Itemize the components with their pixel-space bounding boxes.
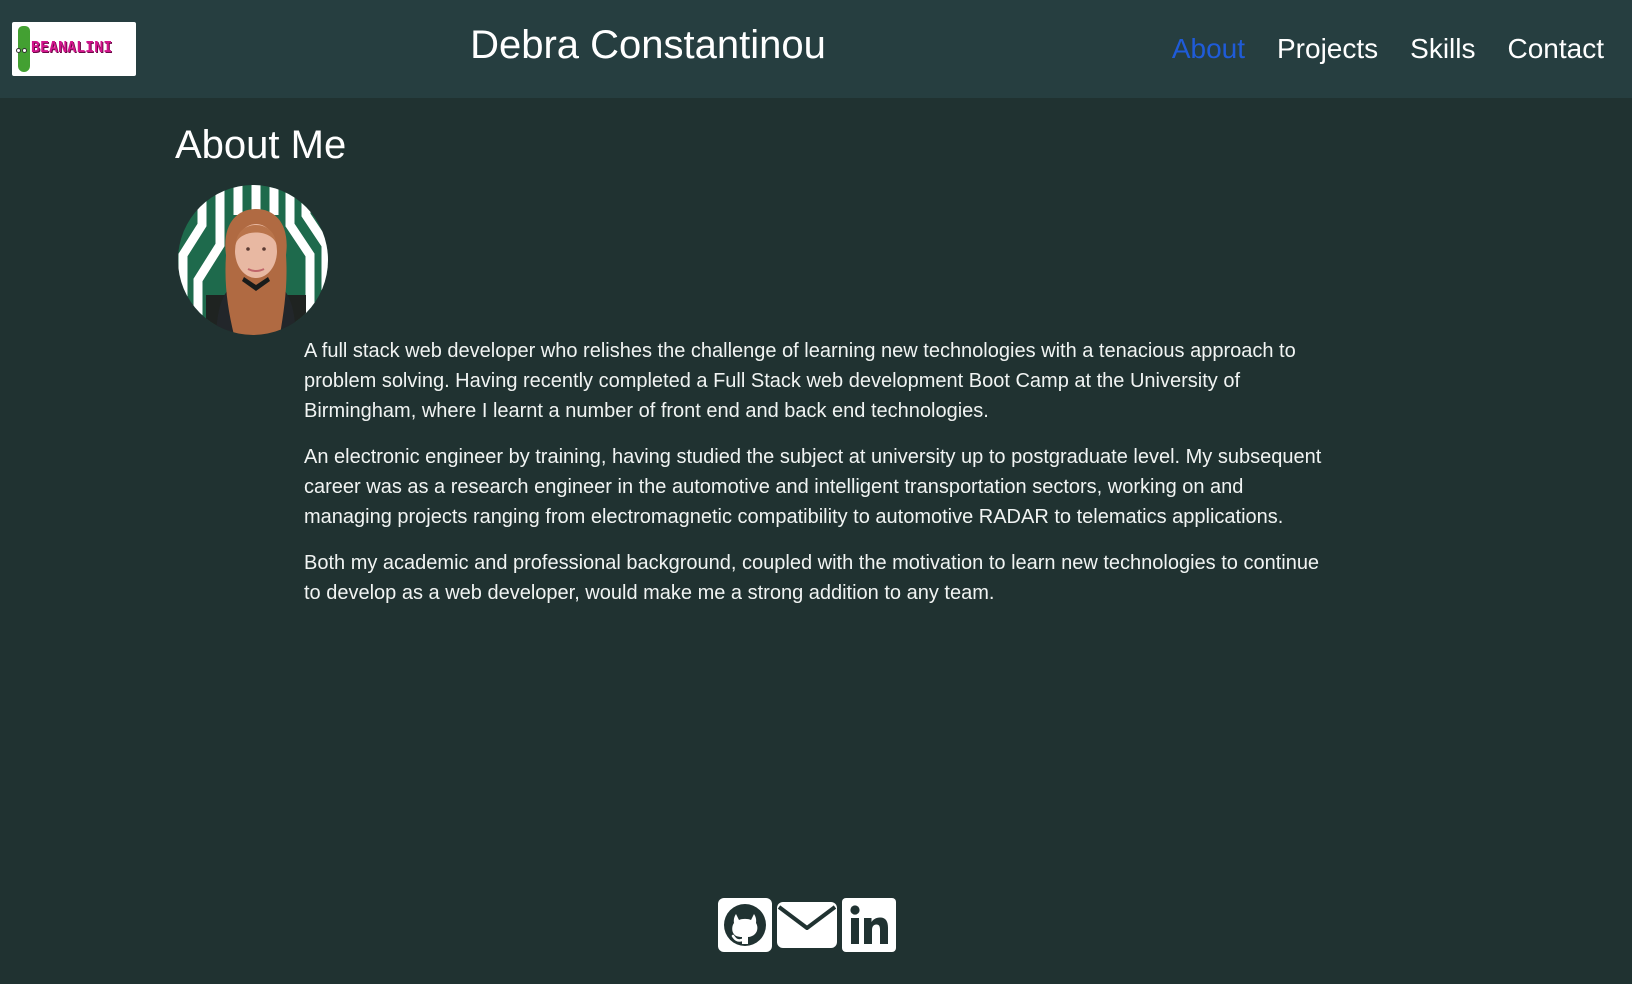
nav-contact[interactable]: Contact — [1508, 26, 1605, 72]
nav-projects[interactable]: Projects — [1277, 26, 1378, 72]
bio-paragraph-1: A full stack web developer who relishes … — [304, 340, 1296, 422]
nav-about[interactable]: About — [1172, 26, 1245, 72]
site-header: BEANALINI Debra Constantinou About Proje… — [0, 0, 1632, 98]
bio-text: A full stack web developer who relishes … — [304, 336, 1324, 624]
social-links — [718, 898, 896, 957]
email-link[interactable] — [776, 898, 838, 957]
about-heading: About Me — [175, 123, 347, 167]
envelope-icon — [777, 902, 837, 948]
bio-paragraph-3: Both my academic and professional backgr… — [304, 552, 1320, 604]
github-icon — [718, 898, 772, 952]
github-link[interactable] — [718, 898, 772, 957]
profile-photo-image — [178, 185, 328, 335]
linkedin-link[interactable] — [842, 898, 896, 957]
nav-skills[interactable]: Skills — [1410, 26, 1475, 72]
main-nav: About Projects Skills Contact — [1172, 26, 1604, 72]
profile-photo — [178, 185, 328, 335]
linkedin-icon — [842, 898, 896, 952]
site-title: Debra Constantinou — [470, 23, 826, 67]
bio-paragraph-2: An electronic engineer by training, havi… — [304, 446, 1322, 528]
